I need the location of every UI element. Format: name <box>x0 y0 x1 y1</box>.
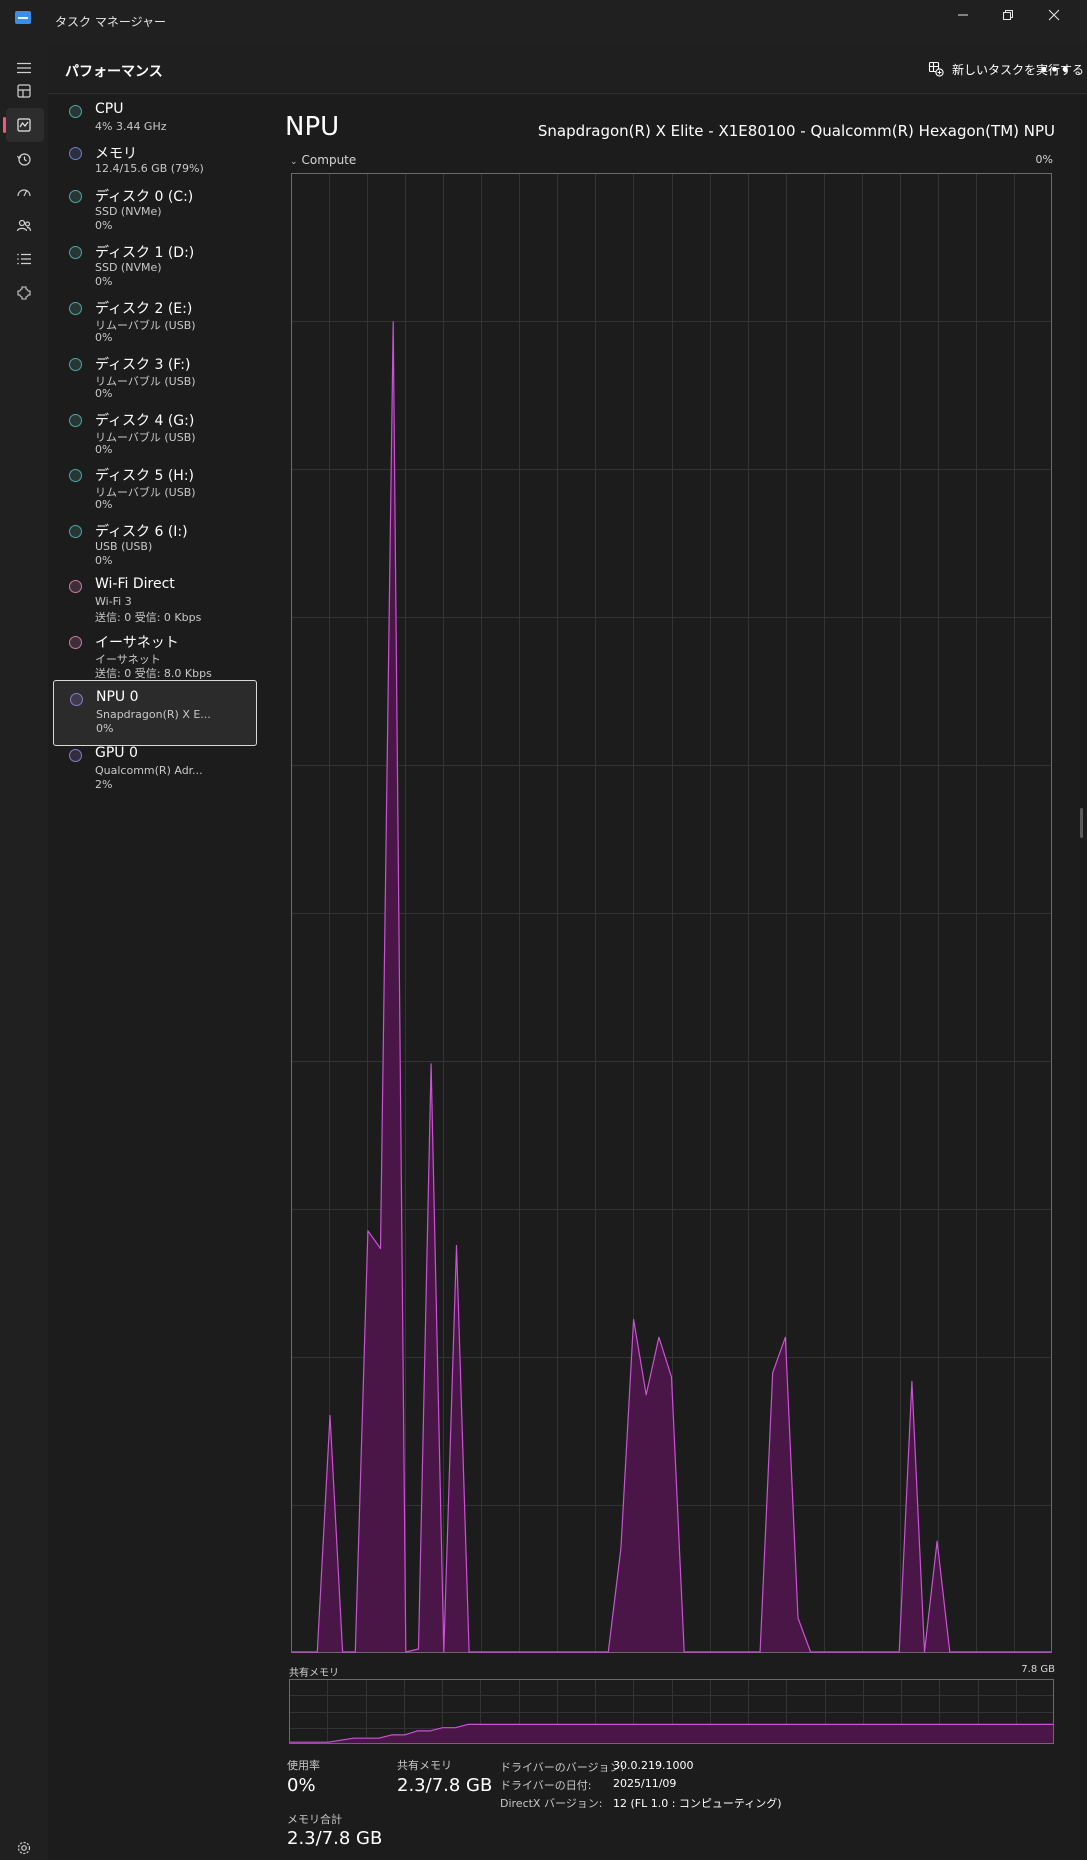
page-title: パフォーマンス <box>65 64 163 80</box>
minimize-icon <box>958 14 968 16</box>
device-name: メモリ <box>95 146 137 162</box>
device-status-dot <box>69 469 82 482</box>
npu-detail-panel: NPU Snapdragon(R) X Elite - X1E80100 - Q… <box>264 95 1087 1860</box>
processes-icon[interactable] <box>12 79 36 103</box>
device-usage: 0% <box>95 498 113 511</box>
driver-date-label: ドライバーの日付: <box>500 1779 592 1792</box>
compute-percent: 0% <box>1035 153 1053 166</box>
device-usage: 送信: 0 受信: 8.0 Kbps <box>95 667 212 680</box>
device-detail: 12.4/15.6 GB (79%) <box>95 162 204 175</box>
startup-apps-icon[interactable] <box>12 180 36 204</box>
driver-version-label: ドライバーのバージョン: <box>500 1761 625 1774</box>
device-status-dot <box>70 693 83 706</box>
chevron-down-icon: ⌄ <box>290 157 298 167</box>
device-status-dot <box>69 636 82 649</box>
device-status-dot <box>69 147 82 160</box>
device-detail: Wi-Fi 3 <box>95 595 132 608</box>
details-list-icon[interactable] <box>12 247 36 271</box>
device-usage: 0% <box>95 331 113 344</box>
device-name: GPU 0 <box>95 745 138 761</box>
device-item[interactable]: GPU 0 Qualcomm(R) Adr... 2% <box>53 737 257 803</box>
shared-memory-chart-max: 7.8 GB <box>1021 1664 1055 1675</box>
device-detail: SSD (NVMe) <box>95 205 162 218</box>
device-name: ディスク 4 (G:) <box>95 413 195 429</box>
minimize-button[interactable] <box>940 0 986 30</box>
page-header: パフォーマンス 新しいタスクを実行する ••• <box>48 45 1087 94</box>
close-icon <box>1048 9 1060 21</box>
title-bar: タスク マネージャー <box>0 0 1087 45</box>
device-name: ディスク 2 (E:) <box>95 301 193 317</box>
navigation-rail <box>0 45 48 1860</box>
settings-gear-icon[interactable] <box>12 1836 36 1860</box>
device-usage: 0% <box>95 275 113 288</box>
app-title: タスク マネージャー <box>55 15 166 29</box>
performance-icon[interactable] <box>12 113 36 137</box>
device-name: ディスク 5 (H:) <box>95 468 194 484</box>
shared-memory-value: 2.3/7.8 GB <box>397 1775 493 1796</box>
users-icon[interactable] <box>12 214 36 238</box>
device-status-dot <box>69 358 82 371</box>
restore-icon <box>1003 10 1013 20</box>
run-task-icon <box>928 61 944 77</box>
device-name: CPU <box>95 101 124 117</box>
more-options-icon[interactable]: ••• <box>1038 55 1072 83</box>
device-usage: 0% <box>95 219 113 232</box>
compute-chart <box>291 173 1052 1653</box>
device-name: ディスク 3 (F:) <box>95 357 191 373</box>
device-detail: Snapdragon(R) X E... <box>96 708 211 721</box>
directx-version-value: 12 (FL 1.0 : コンピューティング) <box>613 1797 782 1810</box>
device-list: CPU 4% 3.44 GHz メモリ 12.4/15.6 GB (79%) ディスク … <box>48 95 264 1860</box>
driver-date-value: 2025/11/09 <box>613 1777 677 1790</box>
device-name: Wi-Fi Direct <box>95 576 175 592</box>
device-name: イーサネット <box>95 635 179 651</box>
restore-button[interactable] <box>985 0 1031 30</box>
task-manager-app-icon <box>15 11 31 24</box>
device-detail: Qualcomm(R) Adr... <box>95 764 203 777</box>
usage-label: 使用率 <box>287 1759 320 1772</box>
device-status-dot <box>69 414 82 427</box>
services-icon[interactable] <box>12 281 36 305</box>
close-button[interactable] <box>1031 0 1077 30</box>
shared-memory-label: 共有メモリ <box>397 1759 452 1772</box>
shared-memory-chart-label: 共有メモリ <box>289 1668 339 1679</box>
compute-engine-selector[interactable]: ⌄ Compute <box>290 153 356 167</box>
device-model: Snapdragon(R) X Elite - X1E80100 - Qualc… <box>537 122 1055 140</box>
device-status-dot <box>69 749 82 762</box>
active-nav-indicator <box>3 117 6 133</box>
device-status-dot <box>69 105 82 118</box>
device-usage: 0% <box>96 722 114 735</box>
app-history-icon[interactable] <box>12 147 36 171</box>
total-memory-label: メモリ合計 <box>287 1813 342 1826</box>
usage-value: 0% <box>287 1775 316 1796</box>
device-name: NPU 0 <box>96 689 139 705</box>
device-usage: 0% <box>95 387 113 400</box>
scrollbar-thumb[interactable] <box>1080 808 1083 838</box>
compute-label: Compute <box>301 153 357 167</box>
driver-version-value: 30.0.219.1000 <box>613 1759 694 1772</box>
device-detail: SSD (NVMe) <box>95 261 162 274</box>
device-title: NPU <box>285 112 340 142</box>
device-usage: 送信: 0 受信: 0 Kbps <box>95 611 202 624</box>
device-status-dot <box>69 246 82 259</box>
hamburger-menu-icon[interactable] <box>12 56 36 80</box>
device-usage: 0% <box>95 443 113 456</box>
device-status-dot <box>69 525 82 538</box>
device-status-dot <box>69 580 82 593</box>
device-name: ディスク 0 (C:) <box>95 189 194 205</box>
device-name: ディスク 1 (D:) <box>95 245 195 261</box>
device-status-dot <box>69 190 82 203</box>
device-usage: 0% <box>95 554 113 567</box>
device-usage: 2% <box>95 778 113 791</box>
total-memory-value: 2.3/7.8 GB <box>287 1828 383 1849</box>
device-name: ディスク 6 (I:) <box>95 524 188 540</box>
device-detail: USB (USB) <box>95 540 153 553</box>
directx-version-label: DirectX バージョン: <box>500 1797 603 1810</box>
device-status-dot <box>69 302 82 315</box>
shared-memory-chart <box>289 1679 1054 1744</box>
device-detail: 4% 3.44 GHz <box>95 120 167 133</box>
